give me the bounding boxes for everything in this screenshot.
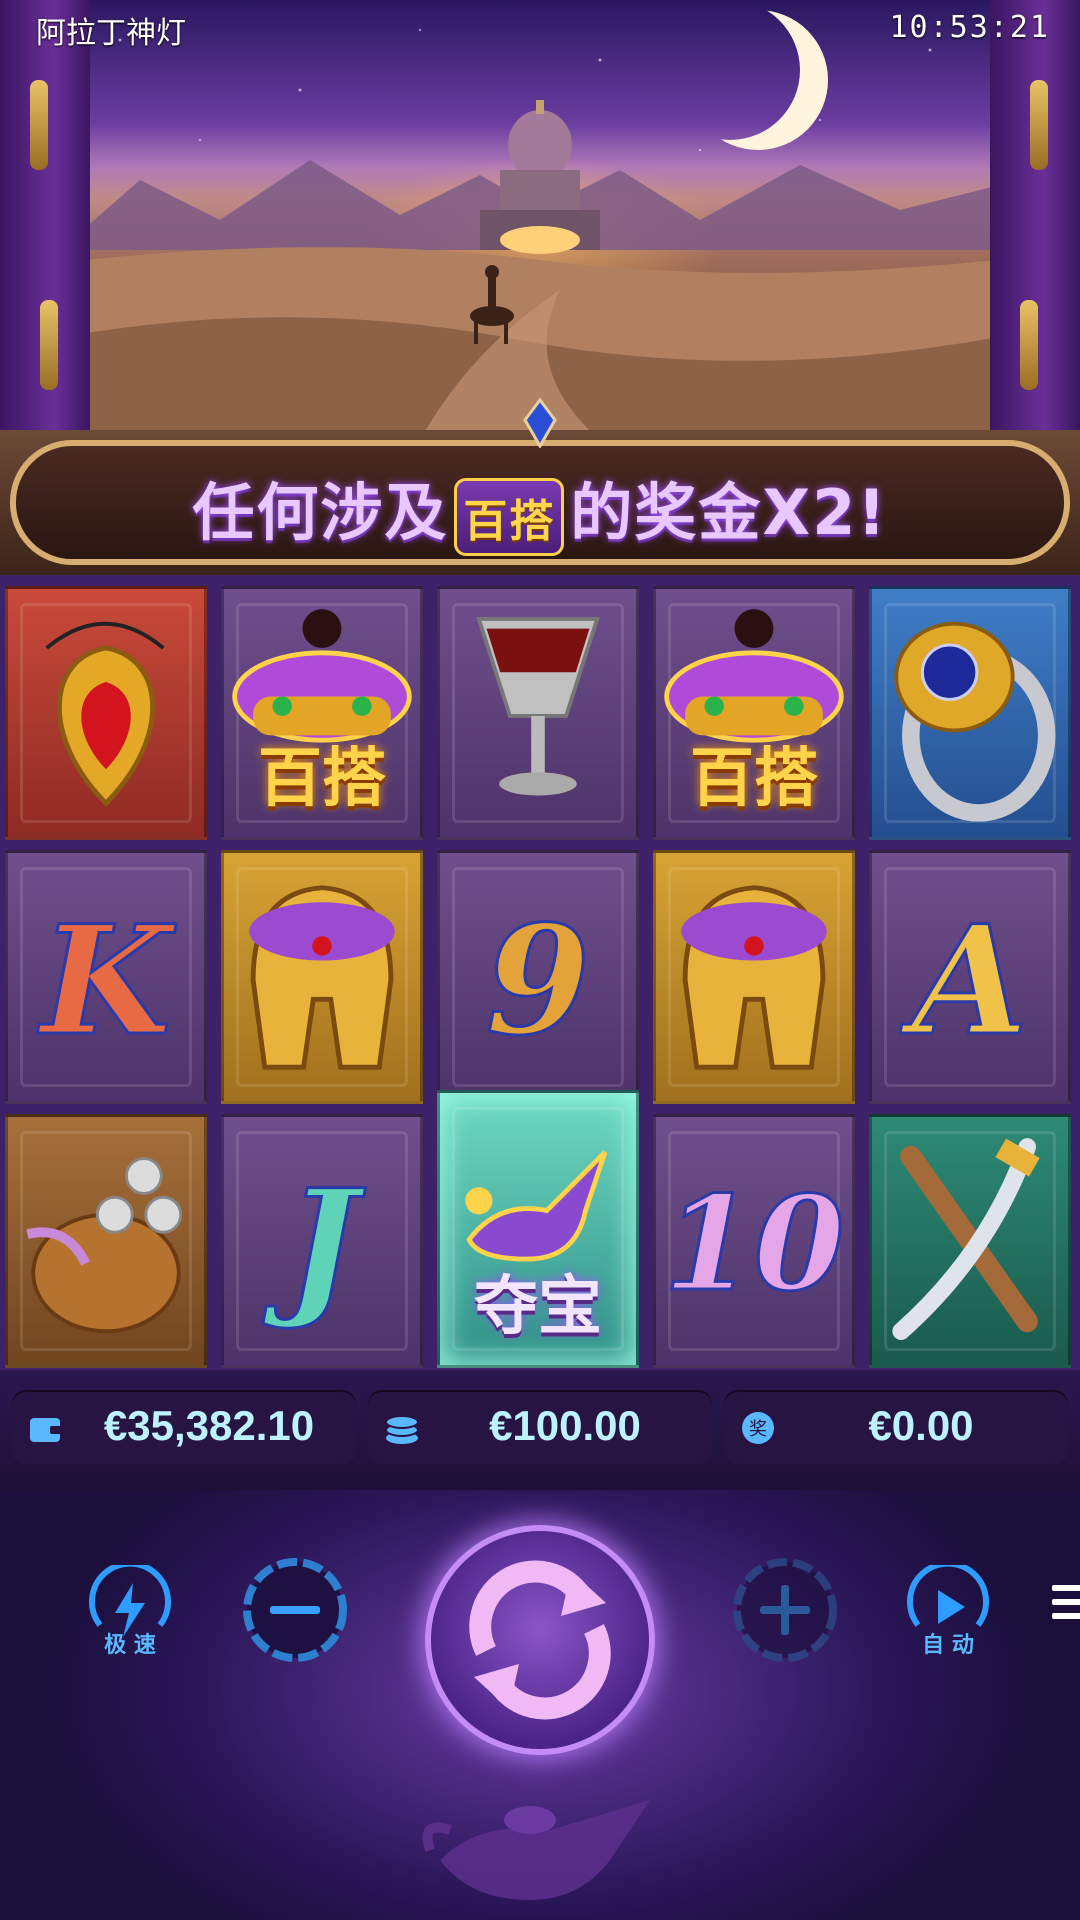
- reel-cell-r2c5: A: [869, 850, 1071, 1104]
- wild-symbol-label: 百搭: [258, 742, 386, 816]
- wallet-balance: €35,382.10: [12, 1390, 356, 1464]
- reel-cell-r2c3: 9: [437, 850, 639, 1104]
- reel-cell-r1c3: [437, 586, 639, 840]
- balance-bar: €35,382.10 €100.00 奖 €0.00: [0, 1370, 1080, 1490]
- win-value: €0.00: [868, 1402, 974, 1449]
- golden-helmet-icon: [681, 885, 827, 1070]
- symbol-a: A: [910, 892, 1029, 1071]
- turbo-label: 极 速: [104, 1633, 156, 1658]
- game-title: 阿拉丁神灯: [36, 16, 186, 51]
- win-amount: 奖 €0.00: [724, 1390, 1068, 1464]
- reel-cell-r1c1: [5, 586, 207, 840]
- coin-stack-icon: [385, 1415, 419, 1444]
- menu-icon[interactable]: [1052, 1585, 1080, 1625]
- symbol-j: J: [285, 1156, 359, 1335]
- clock: 10:53:21: [889, 10, 1050, 45]
- turbo-button[interactable]: 极 速: [85, 1560, 175, 1658]
- reel-cell-r3c2: J: [221, 1114, 423, 1368]
- tassel-icon: [30, 80, 48, 170]
- sapphire-ring-icon: [894, 621, 1056, 822]
- spin-button[interactable]: [425, 1525, 655, 1755]
- prize-badge-icon: 奖: [742, 1412, 774, 1444]
- tassel-icon: [1030, 80, 1048, 170]
- magic-lamp-icon: [422, 1800, 650, 1900]
- crossed-swords-icon: [892, 1138, 1040, 1340]
- wild-symbol-label: 百搭: [690, 742, 818, 816]
- tassel-icon: [1020, 300, 1038, 390]
- banner-message: 任何涉及 百搭 的奖金X2!: [0, 462, 1080, 556]
- reel-cell-r1c5: [869, 586, 1071, 840]
- minus-icon: [243, 1558, 347, 1662]
- reel-cell-r1c2: 百搭: [221, 586, 423, 840]
- reel-cell-r3c5: [869, 1114, 1071, 1368]
- scatter-symbol-label: 夺宝: [474, 1270, 602, 1344]
- auto-spin-button[interactable]: 自 动: [903, 1560, 993, 1658]
- goblet-icon: [476, 616, 600, 796]
- decrease-bet-button[interactable]: [240, 1555, 350, 1665]
- ruby-amulet-icon: [45, 621, 165, 807]
- banner-text-before: 任何涉及: [192, 476, 449, 549]
- reel-cell-r3c1: [5, 1114, 207, 1368]
- symbol-9: 9: [484, 892, 591, 1071]
- reel-cell-r3c4: 10: [653, 1114, 855, 1368]
- reel-cell-r2c2: [221, 850, 423, 1104]
- reel-cell-r3c3: 夺宝: [437, 1090, 639, 1368]
- svg-text:奖: 奖: [749, 1419, 767, 1440]
- sapphire-gem-icon: [523, 398, 557, 448]
- wild-badge: 百搭: [454, 477, 565, 556]
- refresh-arrows-icon: [469, 1560, 611, 1720]
- wallet-icon: [30, 1418, 62, 1442]
- plus-icon: [733, 1558, 837, 1662]
- reel-cell-r1c4: 百搭: [653, 586, 855, 840]
- coin-sack-icon: [26, 1157, 183, 1334]
- camel-rider-icon: [470, 265, 514, 344]
- bet-value: €100.00: [489, 1402, 641, 1449]
- banner-text-after: 的奖金X2!: [570, 476, 888, 549]
- reel-cell-r2c1: K: [5, 850, 207, 1104]
- tassel-icon: [40, 300, 58, 390]
- bet-amount[interactable]: €100.00: [368, 1390, 712, 1464]
- auto-label: 自 动: [922, 1633, 974, 1658]
- symbol-k: K: [39, 892, 172, 1071]
- symbol-10: 10: [662, 1166, 846, 1322]
- game-scene-backdrop: [0, 0, 1080, 440]
- wallet-value: €35,382.10: [103, 1402, 315, 1449]
- crescent-moon-icon: [660, 0, 800, 140]
- increase-bet-button[interactable]: [730, 1555, 840, 1665]
- golden-helmet-icon: [249, 885, 395, 1070]
- reel-cell-r2c4: [653, 850, 855, 1104]
